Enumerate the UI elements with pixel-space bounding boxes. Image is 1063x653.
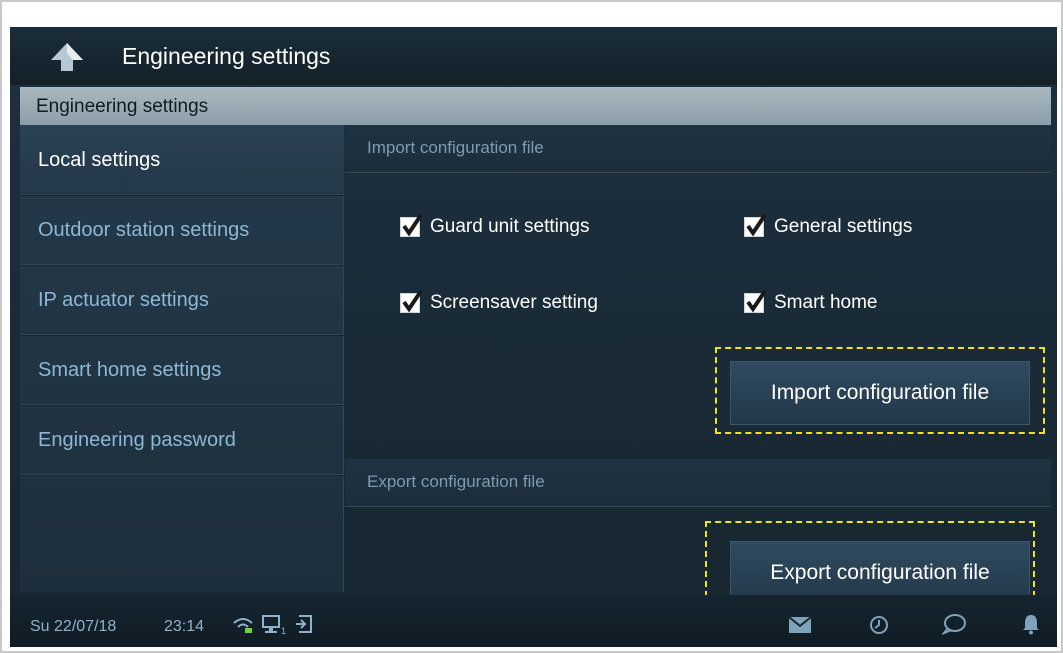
device-frame: Engineering settings Engineering setting…	[0, 0, 1063, 653]
back-arrow-icon[interactable]	[50, 41, 84, 73]
screen: Engineering settings Engineering setting…	[10, 27, 1057, 647]
mail-icon[interactable]	[788, 616, 812, 639]
checkbox-general-settings[interactable]: General settings	[744, 213, 913, 238]
status-date: Su 22/07/18	[30, 618, 117, 635]
wifi-icon	[232, 617, 254, 638]
sidebar-item-engineering-password[interactable]: Engineering password	[20, 405, 344, 475]
section-header: Engineering settings	[20, 87, 1051, 125]
export-section-title: Export configuration file	[367, 472, 545, 491]
export-section-header: Export configuration file	[345, 459, 1051, 507]
import-section-header: Import configuration file	[345, 125, 1051, 173]
status-bar: Su 22/07/18 23:14 1	[10, 595, 1057, 647]
sidebar-item-label: IP actuator settings	[38, 289, 209, 311]
checkbox-guard-unit-settings[interactable]: Guard unit settings	[400, 213, 590, 238]
checkbox-checked-icon	[400, 289, 423, 313]
status-time: 23:14	[164, 618, 205, 635]
sidebar-item-label: Smart home settings	[38, 359, 222, 381]
sidebar-item-label: Outdoor station settings	[38, 219, 250, 241]
bell-icon[interactable]	[1022, 613, 1040, 640]
sidebar: Local settings Outdoor station settings …	[20, 125, 344, 592]
checkbox-screensaver-setting[interactable]: Screensaver setting	[400, 289, 598, 314]
top-bar: Engineering settings	[10, 27, 1057, 85]
history-icon[interactable]	[868, 614, 890, 641]
checkbox-label: Screensaver setting	[430, 292, 598, 313]
chat-icon[interactable]	[940, 613, 966, 640]
sidebar-item-ip-actuator-settings[interactable]: IP actuator settings	[20, 265, 344, 335]
network-badge: 1	[281, 626, 286, 635]
import-section-title: Import configuration file	[367, 138, 544, 157]
sidebar-item-local-settings[interactable]: Local settings	[20, 125, 344, 195]
door-icon	[294, 614, 314, 639]
checkbox-checked-icon	[400, 213, 423, 237]
main-content: Import configuration file Guard unit set…	[345, 125, 1051, 607]
checkbox-checked-icon	[744, 213, 767, 237]
checkbox-checked-icon	[744, 289, 767, 313]
checkbox-smart-home[interactable]: Smart home	[744, 289, 878, 314]
checkbox-label: General settings	[774, 216, 913, 237]
sidebar-item-outdoor-station-settings[interactable]: Outdoor station settings	[20, 195, 344, 265]
checkbox-label: Smart home	[774, 292, 878, 313]
network-icon: 1	[262, 615, 288, 640]
checkbox-label: Guard unit settings	[430, 216, 590, 237]
sidebar-item-label: Local settings	[38, 149, 161, 171]
page-title: Engineering settings	[122, 43, 331, 69]
sidebar-item-label: Engineering password	[38, 429, 236, 451]
section-header-title: Engineering settings	[36, 96, 209, 117]
sidebar-item-smart-home-settings[interactable]: Smart home settings	[20, 335, 344, 405]
import-configuration-button[interactable]: Import configuration file	[730, 361, 1030, 425]
